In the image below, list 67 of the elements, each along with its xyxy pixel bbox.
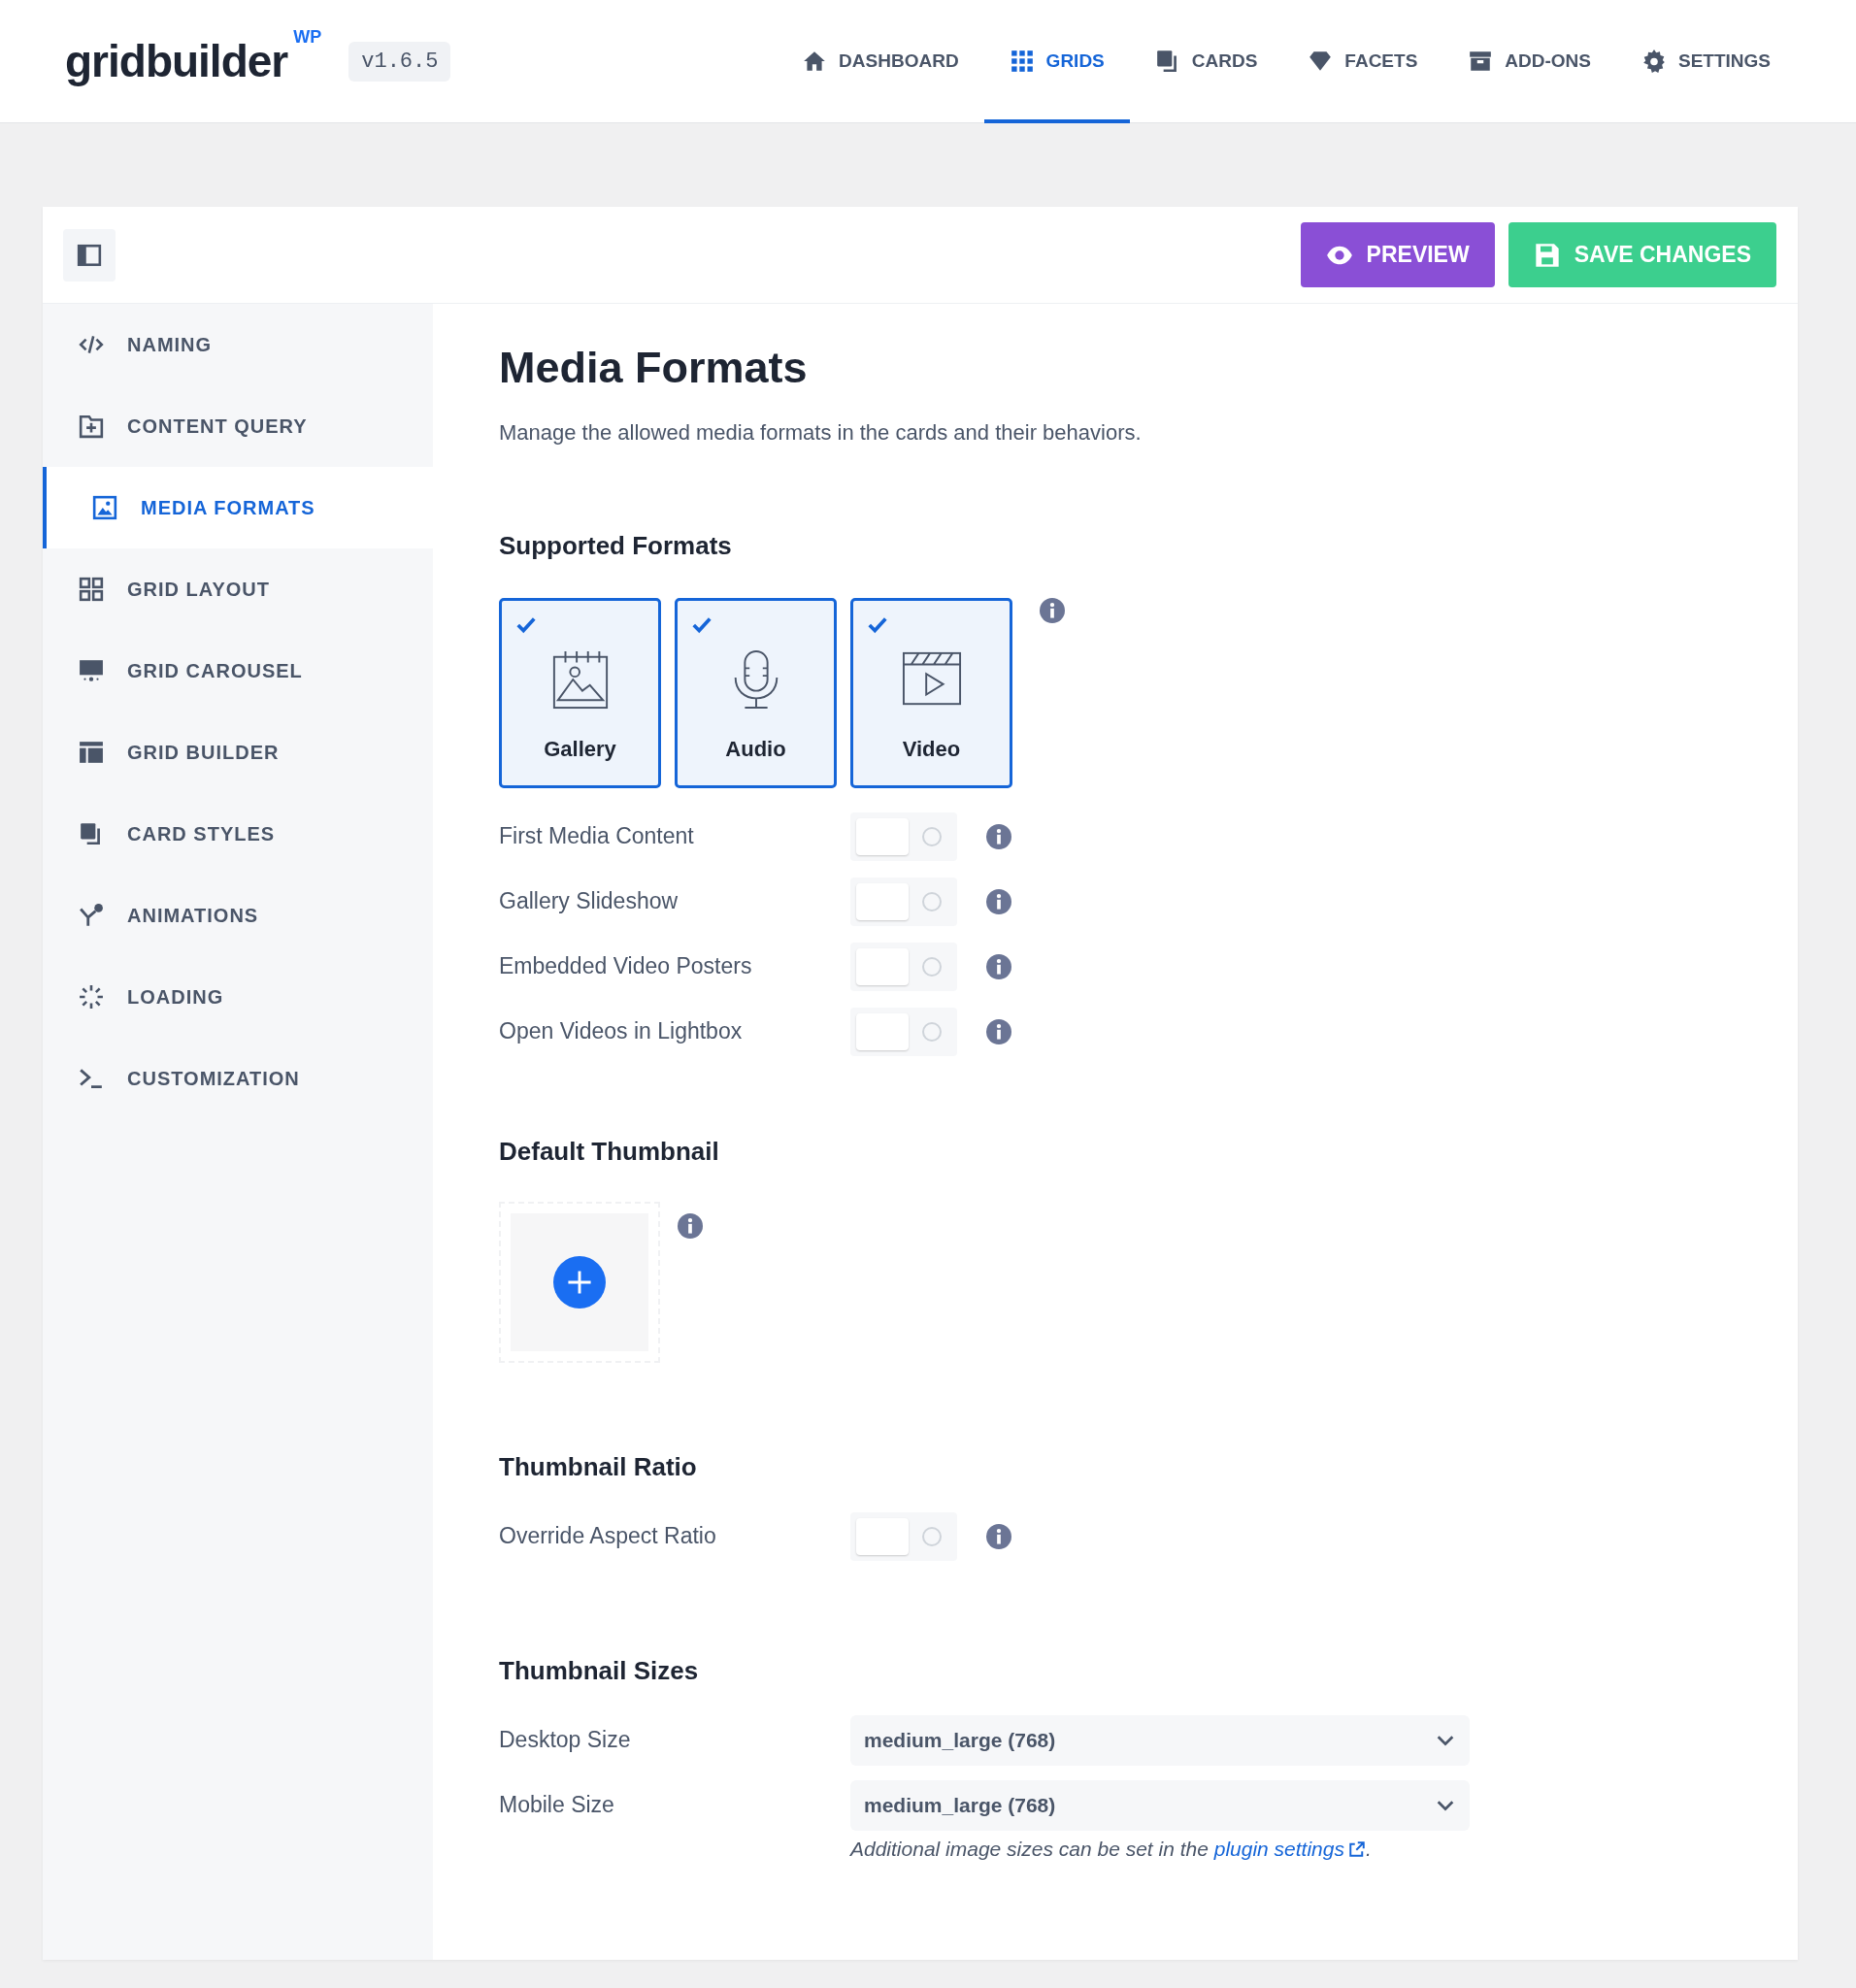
info-icon[interactable]	[986, 953, 1011, 979]
setting-label: Gallery Slideshow	[499, 888, 679, 914]
spinner-icon	[79, 984, 104, 1010]
version-badge: v1.6.5	[348, 41, 451, 82]
nav-tab[interactable]: CARDS	[1129, 0, 1283, 123]
sidebar-toggle-button[interactable]	[63, 228, 116, 282]
setting-label: Embedded Video Posters	[499, 953, 753, 979]
sidebar-item[interactable]: CARD STYLES	[43, 793, 433, 875]
toggle-switch[interactable]	[850, 877, 957, 926]
toggle-switch[interactable]	[850, 1511, 957, 1561]
section-heading: Thumbnail Ratio	[499, 1452, 698, 1482]
layout-icon	[79, 740, 104, 765]
preview-button[interactable]: PREVIEW	[1300, 222, 1495, 287]
info-icon[interactable]	[678, 1213, 703, 1239]
sidebar-item[interactable]: GRID LAYOUT	[43, 548, 433, 630]
setting-label: Desktop Size	[499, 1727, 632, 1753]
image-icon	[92, 495, 117, 520]
external-link-icon	[1348, 1840, 1366, 1858]
nav-tab[interactable]: SETTINGS	[1616, 0, 1796, 123]
setting-label: Mobile Size	[499, 1792, 615, 1818]
toggle-switch[interactable]	[850, 1007, 957, 1056]
help-text: Additional image sizes can be set in the plugin settings .	[850, 1838, 1372, 1860]
setting-label: Override Aspect Ratio	[499, 1523, 717, 1549]
sidebar-item[interactable]: MEDIA FORMATS	[43, 467, 433, 548]
toggle-switch[interactable]	[850, 942, 957, 991]
setting-label: Open Videos in Lightbox	[499, 1018, 744, 1044]
nav-tab[interactable]: DASHBOARD	[777, 0, 984, 123]
nav-tab[interactable]: FACETS	[1282, 0, 1443, 123]
info-icon[interactable]	[986, 823, 1011, 849]
sidebar-item[interactable]: NAMING	[43, 304, 433, 385]
size-select[interactable]: medium_large (768)	[850, 1714, 1470, 1766]
setting-label: First Media Content	[499, 823, 695, 849]
add-icon[interactable]	[553, 1256, 606, 1309]
branch-icon	[79, 903, 104, 928]
logo-suffix: WP	[293, 27, 322, 48]
info-icon[interactable]	[1040, 598, 1065, 623]
format-option[interactable]: Gallery	[499, 598, 661, 788]
thumbnail-dropzone[interactable]	[499, 1202, 660, 1363]
sidebar-item[interactable]: GRID CAROUSEL	[43, 630, 433, 712]
format-option[interactable]: Audio	[675, 598, 837, 788]
page-title: Media Formats	[499, 343, 809, 393]
monitor-icon	[79, 658, 104, 683]
folder-plus-icon	[79, 414, 104, 439]
nav-tab[interactable]: ADD-ONS	[1442, 0, 1616, 123]
page-description: Manage the allowed media formats in the cards and their behaviors.	[499, 420, 1143, 446]
sidebar-item[interactable]: ANIMATIONS	[43, 875, 433, 956]
plugin-settings-link[interactable]: plugin settings	[1213, 1838, 1366, 1860]
sidebar-item[interactable]: CONTENT QUERY	[43, 385, 433, 467]
gear-icon	[1641, 49, 1667, 74]
sidebar-panel-icon	[77, 242, 102, 268]
grid-squares-icon	[79, 577, 104, 602]
format-option[interactable]: Video	[850, 598, 1012, 788]
section-heading: Default Thumbnail	[499, 1137, 720, 1167]
info-icon[interactable]	[986, 1018, 1011, 1044]
nav-tab[interactable]: GRIDS	[983, 0, 1130, 123]
info-icon[interactable]	[986, 1523, 1011, 1549]
sidebar-item[interactable]: LOADING	[43, 956, 433, 1038]
sidebar-item[interactable]: CUSTOMIZATION	[43, 1038, 433, 1119]
section-heading: Supported Formats	[499, 531, 733, 561]
section-heading: Thumbnail Sizes	[499, 1656, 700, 1686]
grid-icon	[1009, 49, 1035, 74]
info-icon[interactable]	[986, 888, 1011, 914]
toggle-switch[interactable]	[850, 812, 957, 861]
logo[interactable]: gridbuilder	[65, 35, 288, 87]
archive-icon	[1468, 49, 1494, 74]
sidebar-item[interactable]: GRID BUILDER	[43, 712, 433, 793]
size-select[interactable]: medium_large (768)	[850, 1779, 1470, 1831]
